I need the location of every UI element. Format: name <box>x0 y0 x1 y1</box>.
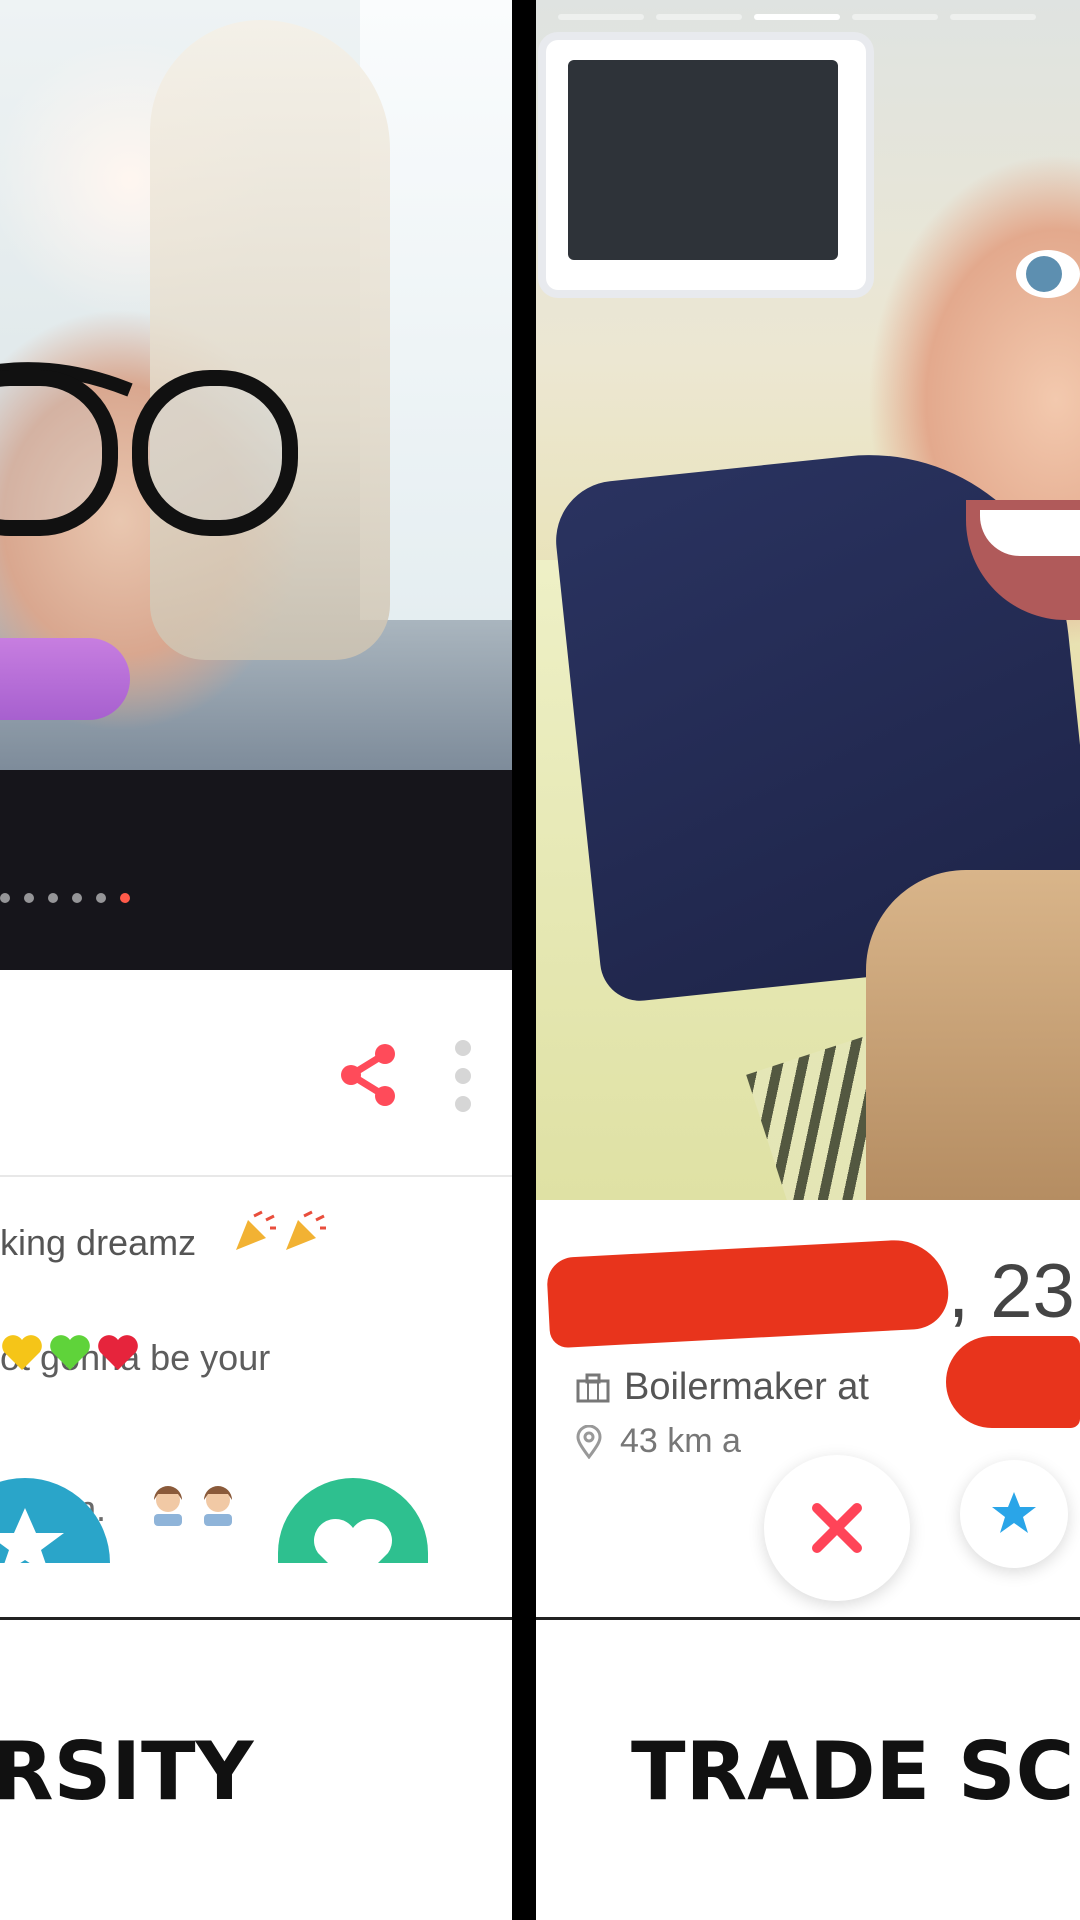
glasses-graphic <box>0 362 298 536</box>
shirt <box>0 770 512 970</box>
superlike-button[interactable] <box>960 1460 1068 1568</box>
close-icon <box>812 1503 862 1553</box>
profile-photo-left[interactable] <box>0 0 512 970</box>
distance-text: 43 km a <box>620 1422 741 1460</box>
like-button[interactable] <box>278 1478 428 1563</box>
green-heart-icon <box>50 1335 90 1370</box>
party-popper-icon <box>286 1210 326 1250</box>
party-popper-icon <box>236 1210 276 1250</box>
job-row: Boilermaker at <box>576 1366 869 1409</box>
profile-age: , 23 <box>948 1249 1075 1334</box>
caption-university: RSITY <box>0 1725 254 1818</box>
lips <box>0 638 130 720</box>
background-monitor <box>546 40 866 290</box>
party-popper-emojis <box>232 1210 326 1254</box>
photo-pagination <box>0 893 130 903</box>
nope-button[interactable] <box>764 1455 910 1601</box>
briefcase-icon <box>576 1373 610 1402</box>
person-emoji-icon <box>154 1486 182 1526</box>
profile-header <box>0 970 512 1177</box>
heart-icon <box>314 1519 392 1563</box>
hair <box>866 870 1080 1200</box>
person-emoji-icon <box>204 1486 232 1526</box>
hair <box>150 20 390 660</box>
photo-progress-bar <box>558 14 1036 20</box>
divider <box>536 1617 1080 1620</box>
caption-trade-school: TRADE SC <box>631 1725 1075 1818</box>
left-profile-card: king dreamz ot gonna be your n. RSITY <box>0 0 512 1920</box>
eye <box>1016 250 1080 298</box>
distance-row: 43 km a <box>576 1422 741 1461</box>
red-heart-icon <box>98 1335 138 1370</box>
share-icon[interactable] <box>335 1042 401 1108</box>
profile-photo-right[interactable] <box>536 0 1080 1227</box>
heart-emojis <box>0 1332 140 1372</box>
more-vertical-icon[interactable] <box>452 1040 474 1112</box>
employer-redaction <box>946 1336 1080 1428</box>
divider <box>0 1617 512 1620</box>
location-pin-icon <box>576 1424 602 1459</box>
right-profile-card: , 23 Boilermaker at 43 km a TRADE SC <box>536 0 1080 1920</box>
yellow-heart-icon <box>2 1335 42 1370</box>
star-icon <box>992 1492 1036 1533</box>
job-text: Boilermaker at <box>624 1366 869 1408</box>
woman-emojis <box>148 1484 238 1528</box>
bio-line-1: king dreamz <box>0 1222 197 1263</box>
